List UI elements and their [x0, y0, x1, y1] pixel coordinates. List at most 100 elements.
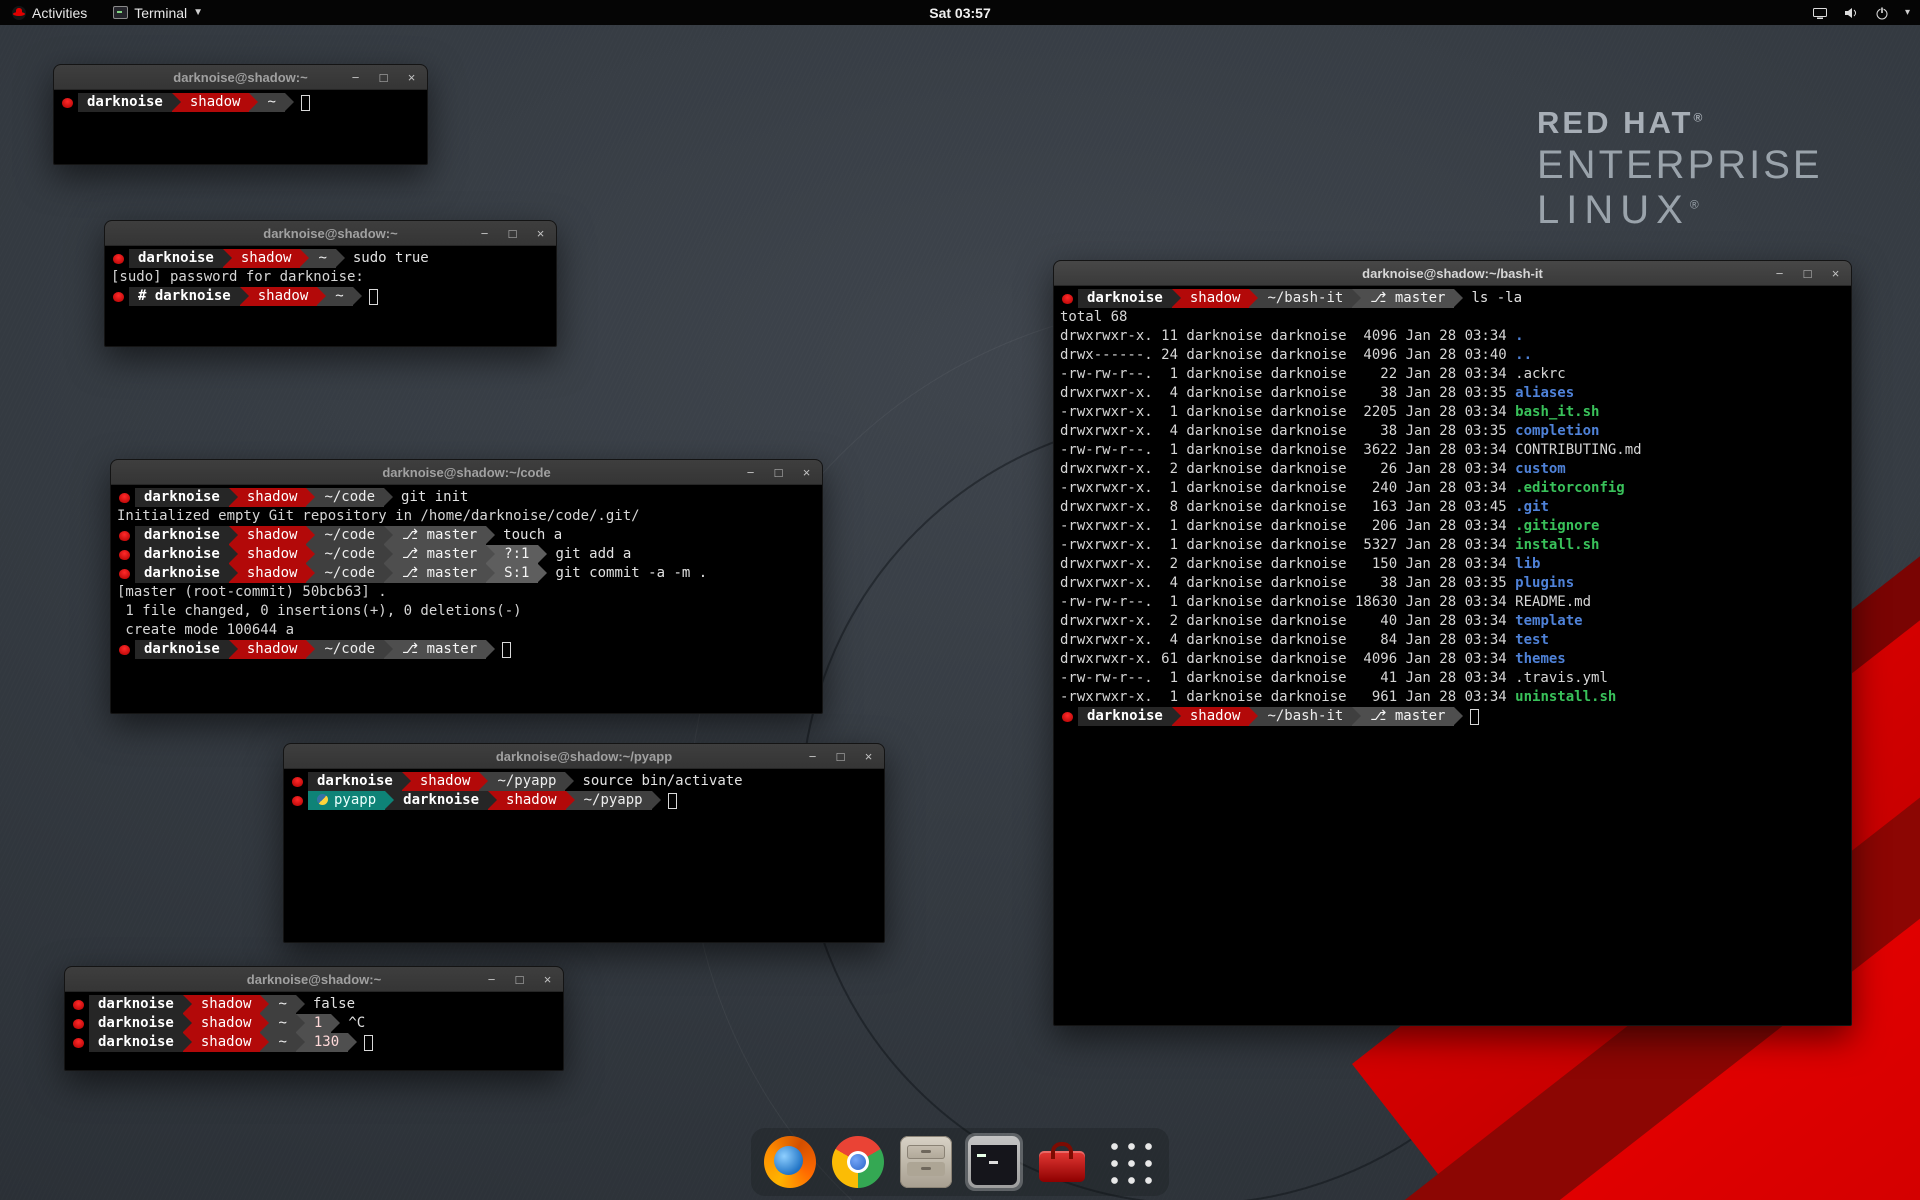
- window-titlebar[interactable]: darknoise@shadow:~ − □ ×: [65, 967, 563, 992]
- chevron-down-icon: ▼: [193, 7, 203, 18]
- maximize-button[interactable]: □: [772, 465, 785, 480]
- minimize-button[interactable]: −: [478, 226, 491, 241]
- terminal-text: .: [1515, 327, 1523, 346]
- redhat-prompt-icon: [1062, 294, 1073, 304]
- terminal-text: -rwxrwxr-x. 1 darknoise darknoise 961 Ja…: [1060, 688, 1515, 707]
- activities-button[interactable]: Activities: [8, 0, 91, 25]
- maximize-button[interactable]: □: [506, 226, 519, 241]
- terminal-line: darknoiseshadow~/pyappsource bin/activat…: [290, 772, 878, 791]
- terminal-line: drwxrwxr-x. 2 darknoise darknoise 40 Jan…: [1060, 612, 1845, 631]
- prompt-segment-host: shadow: [238, 640, 307, 659]
- terminal-content[interactable]: darknoiseshadow~falsedarknoiseshadow~1^C…: [65, 992, 563, 1055]
- powerline-arrow: [1454, 707, 1463, 726]
- app-menu-terminal[interactable]: Terminal ▼: [109, 0, 207, 25]
- prompt-segment-user: darknoise: [89, 995, 183, 1014]
- terminal-line: darknoiseshadow~130: [71, 1033, 557, 1052]
- terminal-text: drwxrwxr-x. 2 darknoise darknoise 40 Jan…: [1060, 612, 1515, 631]
- prompt-segment-path: ~: [269, 1033, 295, 1052]
- system-status-area[interactable]: ▾: [1812, 5, 1920, 21]
- terminal-text: -rw-rw-r--. 1 darknoise darknoise 18630 …: [1060, 593, 1591, 612]
- redhat-prompt-icon: [119, 531, 130, 541]
- powerline-arrow: [384, 545, 393, 564]
- power-icon: [1874, 5, 1890, 21]
- terminal-text: themes: [1515, 650, 1566, 669]
- terminal-line: -rw-rw-r--. 1 darknoise darknoise 22 Jan…: [1060, 365, 1845, 384]
- terminal-line: create mode 100644 a: [117, 621, 816, 640]
- close-button[interactable]: ×: [405, 70, 418, 85]
- window-titlebar[interactable]: darknoise@shadow:~/code − □ ×: [111, 460, 822, 485]
- dock-item-chrome[interactable]: [829, 1133, 887, 1191]
- terminal-window-home-2: darknoise@shadow:~ − □ × darknoiseshadow…: [64, 966, 564, 1071]
- minimize-button[interactable]: −: [1773, 266, 1786, 281]
- terminal-cursor: [364, 1035, 373, 1051]
- close-button[interactable]: ×: [862, 749, 875, 764]
- close-button[interactable]: ×: [541, 972, 554, 987]
- terminal-line: drwx------. 24 darknoise darknoise 4096 …: [1060, 346, 1845, 365]
- terminal-text: test: [1515, 631, 1549, 650]
- close-button[interactable]: ×: [800, 465, 813, 480]
- terminal-text: drwx------. 24 darknoise darknoise 4096 …: [1060, 346, 1515, 365]
- prompt-segment-user: darknoise: [89, 1033, 183, 1052]
- terminal-content[interactable]: darknoiseshadow~sudo true[sudo] password…: [105, 246, 556, 309]
- redhat-prompt-icon: [292, 796, 303, 806]
- prompt-segment-path: ~/code: [315, 545, 384, 564]
- minimize-button[interactable]: −: [744, 465, 757, 480]
- powerline-arrow: [486, 526, 495, 545]
- python-venv-icon: [317, 794, 328, 805]
- maximize-button[interactable]: □: [377, 70, 390, 85]
- close-button[interactable]: ×: [1829, 266, 1842, 281]
- minimize-button[interactable]: −: [485, 972, 498, 987]
- powerline-arrow: [385, 791, 394, 810]
- terminal-text: .gitignore: [1515, 517, 1599, 536]
- dock-item-files[interactable]: [897, 1133, 955, 1191]
- redhat-prompt-icon: [119, 493, 130, 503]
- prompt-segment-host: shadow: [238, 488, 307, 507]
- window-titlebar[interactable]: darknoise@shadow:~/bash-it − □ ×: [1054, 261, 1851, 286]
- powerline-arrow: [1172, 289, 1181, 308]
- powerline-arrow: [296, 995, 305, 1014]
- dock-item-terminal[interactable]: [965, 1133, 1023, 1191]
- files-icon: [900, 1136, 952, 1188]
- maximize-button[interactable]: □: [1801, 266, 1814, 281]
- window-titlebar[interactable]: darknoise@shadow:~ − □ ×: [105, 221, 556, 246]
- clock[interactable]: Sat 03:57: [929, 5, 990, 21]
- window-titlebar[interactable]: darknoise@shadow:~/pyapp − □ ×: [284, 744, 884, 769]
- powerline-arrow: [402, 772, 411, 791]
- redhat-prompt-icon: [119, 569, 130, 579]
- dock-item-toolbox[interactable]: [1033, 1133, 1091, 1191]
- prompt-segment-user: darknoise: [135, 526, 229, 545]
- terminal-line: -rw-rw-r--. 1 darknoise darknoise 41 Jan…: [1060, 669, 1845, 688]
- prompt-segment-path: ~/code: [315, 640, 384, 659]
- powerline-arrow: [1249, 289, 1258, 308]
- dock-item-show-applications[interactable]: [1101, 1133, 1159, 1191]
- terminal-line: 1 file changed, 0 insertions(+), 0 delet…: [117, 602, 816, 621]
- terminal-text: 1 file changed, 0 insertions(+), 0 delet…: [117, 602, 522, 621]
- terminal-text: drwxrwxr-x. 11 darknoise darknoise 4096 …: [1060, 327, 1515, 346]
- maximize-button[interactable]: □: [834, 749, 847, 764]
- minimize-button[interactable]: −: [349, 70, 362, 85]
- powerline-arrow: [336, 249, 345, 268]
- window-titlebar[interactable]: darknoise@shadow:~ − □ ×: [54, 65, 427, 90]
- terminal-content[interactable]: darknoiseshadow~/codegit initInitialized…: [111, 485, 822, 662]
- redhat-prompt-icon: [292, 777, 303, 787]
- prompt-segment-path: ~: [269, 1014, 295, 1033]
- powerline-arrow: [229, 545, 238, 564]
- dock-item-firefox[interactable]: [761, 1133, 819, 1191]
- terminal-content[interactable]: darknoiseshadow~: [54, 90, 427, 115]
- terminal-text: total 68: [1060, 308, 1127, 327]
- prompt-segment-git: ⎇ master: [393, 564, 486, 583]
- terminal-content[interactable]: darknoiseshadow~/bash-it⎇ masterls -lato…: [1054, 286, 1851, 729]
- prompt-segment-user: darknoise: [135, 488, 229, 507]
- terminal-text: [sudo] password for darknoise:: [111, 268, 372, 287]
- terminal-content[interactable]: darknoiseshadow~/pyappsource bin/activat…: [284, 769, 884, 813]
- prompt-segment-git: ⎇ master: [393, 545, 486, 564]
- minimize-button[interactable]: −: [806, 749, 819, 764]
- powerline-arrow: [486, 545, 495, 564]
- close-button[interactable]: ×: [534, 226, 547, 241]
- powerline-arrow: [384, 564, 393, 583]
- maximize-button[interactable]: □: [513, 972, 526, 987]
- terminal-text: bash_it.sh: [1515, 403, 1599, 422]
- powerline-arrow: [229, 640, 238, 659]
- rhel-logo-line3: LINUX®: [1537, 188, 1823, 233]
- terminal-cursor: [502, 642, 511, 658]
